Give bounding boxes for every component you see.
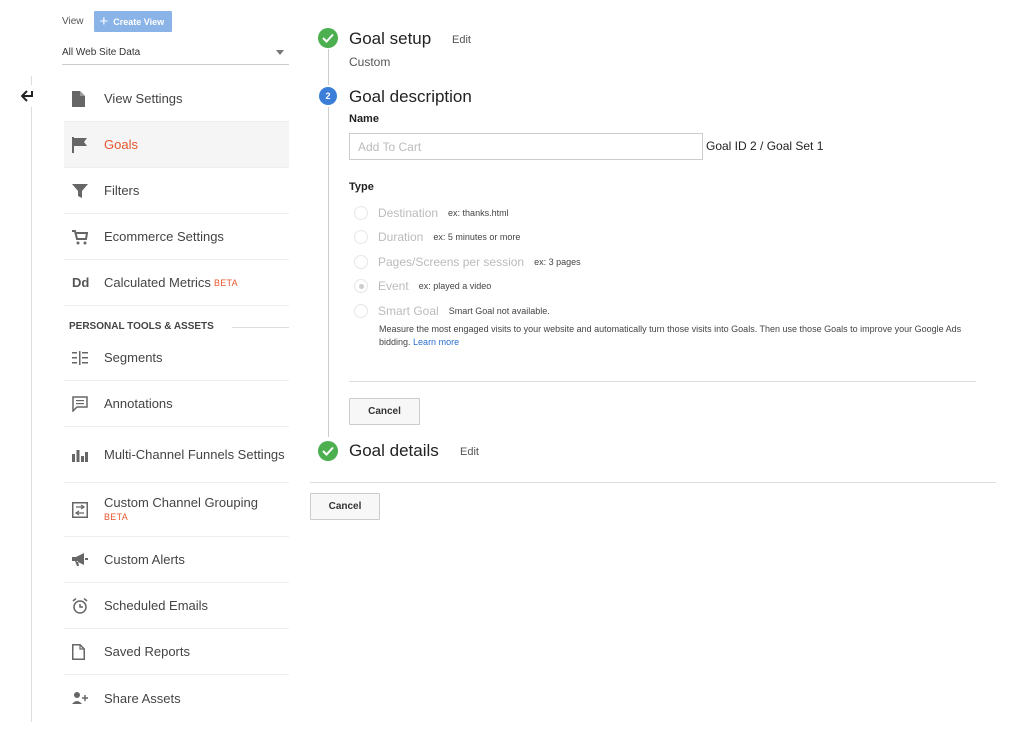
step-number-badge: 2: [319, 87, 337, 105]
sidebar-item-filters[interactable]: Filters: [64, 168, 289, 214]
goal-id-text: Goal ID 2 / Goal Set 1: [706, 139, 824, 153]
radio-example: ex: 3 pages: [534, 257, 581, 267]
sidebar-item-goals[interactable]: Goals: [64, 122, 289, 168]
sidebar-item-label: Custom Alerts: [104, 552, 185, 567]
sidebar-item-label: Share Assets: [104, 690, 181, 706]
view-dropdown[interactable]: All Web Site Data: [62, 40, 289, 65]
radio-button[interactable]: [354, 230, 368, 244]
sidebar-item-annotations[interactable]: Annotations: [64, 381, 289, 427]
radio-example: Smart Goal not available.: [448, 306, 550, 316]
goal-name-input[interactable]: [349, 133, 703, 160]
radio-button[interactable]: [354, 304, 368, 318]
sidebar-item-ecommerce-settings[interactable]: Ecommerce Settings: [64, 214, 289, 260]
sidebar-item-share-assets[interactable]: Share Assets: [64, 675, 289, 721]
goal-description-title: Goal description: [349, 87, 472, 106]
channel-grouping-icon: [72, 501, 100, 518]
radio-pages-per-session[interactable]: Pages/Screens per session ex: 3 pages: [354, 255, 581, 269]
sidebar-item-custom-alerts[interactable]: Custom Alerts: [64, 537, 289, 583]
divider: [310, 482, 996, 483]
radio-example: ex: played a video: [418, 281, 492, 291]
name-label: Name: [349, 113, 379, 125]
radio-duration[interactable]: Duration ex: 5 minutes or more: [354, 230, 520, 244]
sidebar-item-calculated-metrics[interactable]: Dd Calculated Metrics BETA: [64, 260, 289, 306]
comment-icon: [72, 395, 100, 412]
alarm-clock-icon: [72, 597, 100, 614]
sidebar-item-label: Saved Reports: [104, 644, 190, 659]
description-cancel-button[interactable]: Cancel: [349, 398, 420, 425]
view-row: View + Create View: [62, 11, 173, 32]
flag-icon: [72, 136, 100, 153]
footer-cancel-button[interactable]: Cancel: [310, 493, 380, 520]
sidebar-item-segments[interactable]: Segments: [64, 335, 289, 381]
radio-label: Duration: [378, 230, 424, 244]
radio-example: ex: 5 minutes or more: [433, 232, 521, 242]
radio-smart-goal[interactable]: Smart Goal Smart Goal not available.: [354, 304, 550, 318]
sidebar-item-scheduled-emails[interactable]: Scheduled Emails: [64, 583, 289, 629]
filter-icon: [72, 183, 100, 199]
goal-details-title: Goal details: [349, 441, 439, 460]
goal-setup-title: Goal setup: [349, 29, 432, 48]
sidebar-item-label: Filters: [104, 183, 140, 198]
goal-setup-value: Custom: [349, 55, 391, 69]
radio-label: Event: [378, 279, 409, 293]
radio-event[interactable]: Event ex: played a video: [354, 279, 491, 293]
sidebar-item-label: View Settings: [104, 91, 183, 106]
step-connector: [328, 49, 329, 85]
type-label: Type: [349, 181, 374, 193]
document-icon: [72, 90, 100, 107]
back-arrow-icon: [21, 90, 33, 102]
saved-document-icon: [72, 643, 100, 660]
sidebar-item-label: Goals: [104, 137, 138, 152]
dd-icon: Dd: [72, 275, 90, 290]
radio-label: Smart Goal: [378, 304, 439, 318]
sidebar-item-label: Multi-Channel Funnels Settings: [104, 446, 285, 462]
radio-button[interactable]: [354, 255, 368, 269]
chevron-down-icon: [276, 49, 284, 55]
section-divider: [232, 327, 289, 328]
sidebar-item-label: Custom Channel Grouping: [104, 494, 258, 510]
goal-details-edit-link[interactable]: Edit: [460, 446, 479, 458]
segments-icon: [72, 350, 100, 365]
radio-label: Pages/Screens per session: [378, 255, 525, 269]
add-person-icon: [72, 691, 100, 705]
radio-button[interactable]: [354, 206, 368, 220]
plus-icon: +: [99, 13, 109, 30]
create-view-label: Create View: [113, 16, 165, 27]
rail-line: [31, 76, 32, 722]
sidebar-item-label: Ecommerce Settings: [104, 229, 224, 244]
radio-button-checked[interactable]: [354, 279, 368, 293]
view-selected: All Web Site Data: [62, 46, 141, 58]
view-label: View: [62, 16, 84, 27]
smart-goal-description: Measure the most engaged visits to your …: [379, 323, 979, 349]
back-button[interactable]: [15, 85, 41, 107]
sidebar-item-multi-channel-funnels[interactable]: Multi-Channel Funnels Settings: [64, 427, 289, 483]
sidebar-item-label: Scheduled Emails: [104, 598, 209, 613]
cart-icon: [72, 229, 100, 245]
radio-example: ex: thanks.html: [448, 208, 509, 218]
sidebar-item-label: Segments: [104, 350, 163, 365]
beta-badge: BETA: [104, 511, 129, 522]
sidebar-item-saved-reports[interactable]: Saved Reports: [64, 629, 289, 675]
sidebar-item-custom-channel-grouping[interactable]: Custom Channel Grouping BETA: [64, 483, 289, 537]
goal-setup-complete-icon: [318, 28, 338, 48]
goal-setup-edit-link[interactable]: Edit: [452, 34, 471, 46]
beta-badge: BETA: [213, 277, 238, 288]
section-title: PERSONAL TOOLS & ASSETS: [69, 321, 214, 332]
goal-details-complete-icon: [318, 441, 338, 461]
bar-chart-icon: [72, 448, 100, 462]
sidebar-item-view-settings[interactable]: View Settings: [64, 76, 289, 122]
sidebar-item-label: Annotations: [104, 396, 173, 411]
megaphone-icon: [72, 552, 100, 567]
step-connector: [328, 107, 329, 437]
create-view-button[interactable]: + Create View: [93, 11, 173, 32]
divider: [349, 381, 976, 382]
smart-goal-text: Measure the most engaged visits to your …: [379, 324, 962, 347]
sidebar-item-label: Calculated Metrics: [104, 275, 211, 290]
radio-destination[interactable]: Destination ex: thanks.html: [354, 206, 509, 220]
radio-label: Destination: [378, 206, 439, 220]
learn-more-link[interactable]: Learn more: [413, 337, 459, 347]
